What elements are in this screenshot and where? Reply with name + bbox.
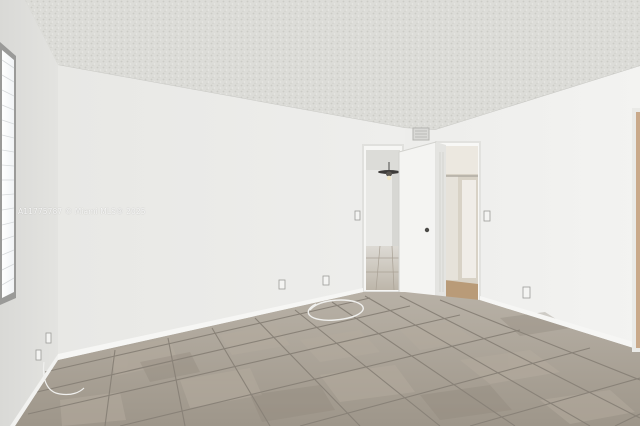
mls-watermark: A11775787 © Miami MLS® 2025 (18, 207, 146, 216)
window-blinds (0, 42, 16, 305)
open-door[interactable] (398, 141, 446, 303)
room-photo: A11775787 © Miami MLS® 2025 (0, 0, 640, 426)
light-switch[interactable] (354, 210, 361, 221)
light-switch-right[interactable] (483, 210, 491, 222)
outlet-left-2 (45, 332, 52, 344)
outlet-back-2 (322, 275, 330, 286)
door-knob-icon[interactable] (424, 227, 430, 233)
outlet-back-1 (278, 279, 286, 290)
outlet-right (522, 286, 531, 299)
outlet-left-1 (35, 349, 42, 361)
hallway-doorway (362, 144, 404, 293)
